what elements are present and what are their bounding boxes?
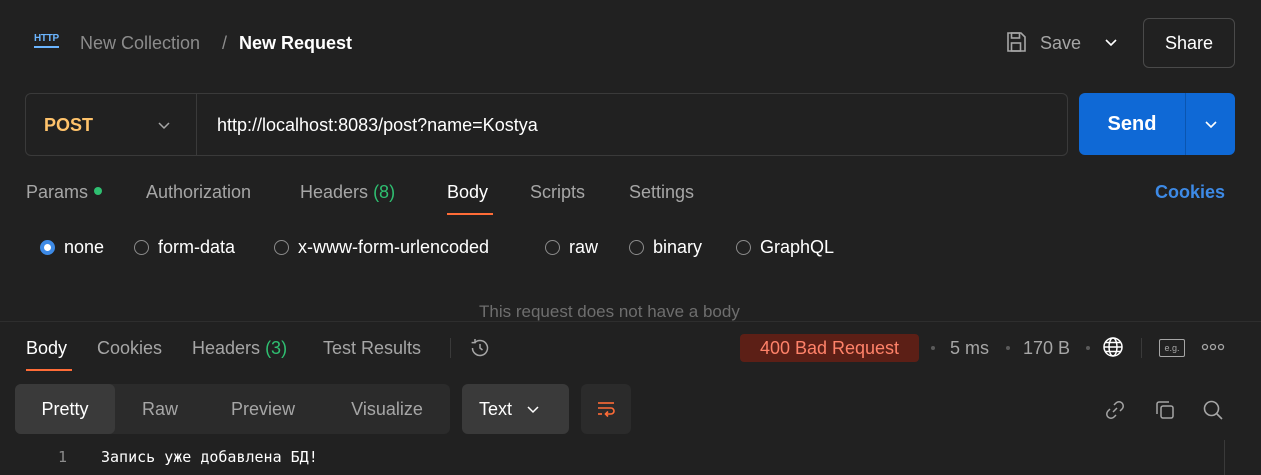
response-format-label: Text [479,398,513,419]
send-options-button[interactable] [1185,93,1235,155]
response-format-select[interactable]: Text [462,384,569,434]
tab-settings[interactable]: Settings [629,180,694,204]
method-select[interactable]: POST [44,113,93,137]
response-size[interactable]: 170 B [1023,336,1070,360]
history-icon[interactable] [468,336,492,360]
separator-dot [931,346,935,350]
breadcrumb-separator: / [222,33,228,53]
status-badge[interactable]: 400 Bad Request [740,334,919,362]
more-options-icon[interactable] [1200,340,1226,354]
tab-headers[interactable]: Headers (8) [300,180,395,204]
copy-icon[interactable] [1153,398,1177,422]
http-icon: HTTP [34,33,59,48]
scrollbar[interactable] [1224,440,1225,475]
breadcrumb-collection[interactable]: New Collection [80,31,200,55]
radio-indicator [629,239,644,255]
response-tab-test-results[interactable]: Test Results [323,336,421,360]
tab-headers-label: Headers [300,182,369,202]
response-headers-count: (3) [265,338,288,358]
radio-label: binary [653,237,703,257]
link-icon[interactable] [1103,398,1127,422]
active-tab-indicator [447,213,493,215]
url-bar [25,93,1068,156]
tab-params-label: Params [26,182,89,202]
view-pretty[interactable]: Pretty [15,384,115,434]
divider [450,338,451,358]
separator-dot [1006,346,1010,350]
params-indicator-dot [94,187,103,195]
radio-indicator [274,239,289,255]
radio-indicator [736,239,751,255]
radio-indicator [545,239,560,255]
search-icon[interactable] [1201,398,1225,422]
view-raw[interactable]: Raw [122,384,198,434]
radio-label: x-www-form-urlencoded [298,237,490,257]
response-divider[interactable] [0,321,1261,322]
tab-body[interactable]: Body [447,180,488,204]
radio-label: form-data [158,237,236,257]
response-tab-headers[interactable]: Headers (3) [192,336,287,360]
radio-none[interactable]: none [40,235,104,259]
chevron-down-icon [527,406,539,414]
divider [196,94,197,155]
response-tab-cookies[interactable]: Cookies [97,336,162,360]
cookies-link[interactable]: Cookies [1155,180,1225,204]
response-time[interactable]: 5 ms [950,336,989,360]
share-button[interactable]: Share [1143,18,1235,68]
radio-raw[interactable]: raw [545,235,598,259]
headers-count: (8) [373,182,396,202]
tab-scripts[interactable]: Scripts [530,180,585,204]
send-button[interactable]: Send [1079,93,1185,155]
response-tab-body[interactable]: Body [26,336,67,360]
radio-graphql[interactable]: GraphQL [736,235,834,259]
radio-label: GraphQL [760,237,835,257]
chevron-down-icon[interactable] [157,118,171,132]
save-example-icon[interactable]: e.g. [1159,339,1185,357]
breadcrumb-request-name[interactable]: New Request [239,31,352,55]
chevron-down-icon [1204,121,1217,129]
wrap-lines-icon [598,402,615,418]
view-preview[interactable]: Preview [212,384,314,434]
divider [1141,338,1142,358]
empty-body-message: This request does not have a body [479,302,740,321]
active-tab-indicator [26,369,72,371]
line-number: 1 [58,448,68,466]
globe-icon[interactable] [1101,335,1125,359]
radio-label: raw [569,237,599,257]
radio-selected-indicator [40,239,55,255]
save-icon[interactable] [1005,30,1027,54]
wrap-lines-button[interactable] [581,384,631,434]
radio-form-data[interactable]: form-data [134,235,235,259]
radio-x-www-form-urlencoded[interactable]: x-www-form-urlencoded [274,235,489,259]
chevron-down-icon[interactable] [1103,34,1119,50]
response-body-line[interactable]: Запись уже добавлена БД! [101,447,318,467]
response-tab-headers-label: Headers [192,338,261,358]
url-input[interactable]: http://localhost:8083/post?name=Kostya [217,113,538,137]
separator-dot [1086,346,1090,350]
radio-indicator [134,239,149,255]
save-button[interactable]: Save [1040,31,1081,55]
tab-authorization[interactable]: Authorization [146,180,251,204]
radio-label: none [64,237,105,257]
view-visualize[interactable]: Visualize [330,384,444,434]
radio-binary[interactable]: binary [629,235,702,259]
tab-params[interactable]: Params [26,180,103,204]
